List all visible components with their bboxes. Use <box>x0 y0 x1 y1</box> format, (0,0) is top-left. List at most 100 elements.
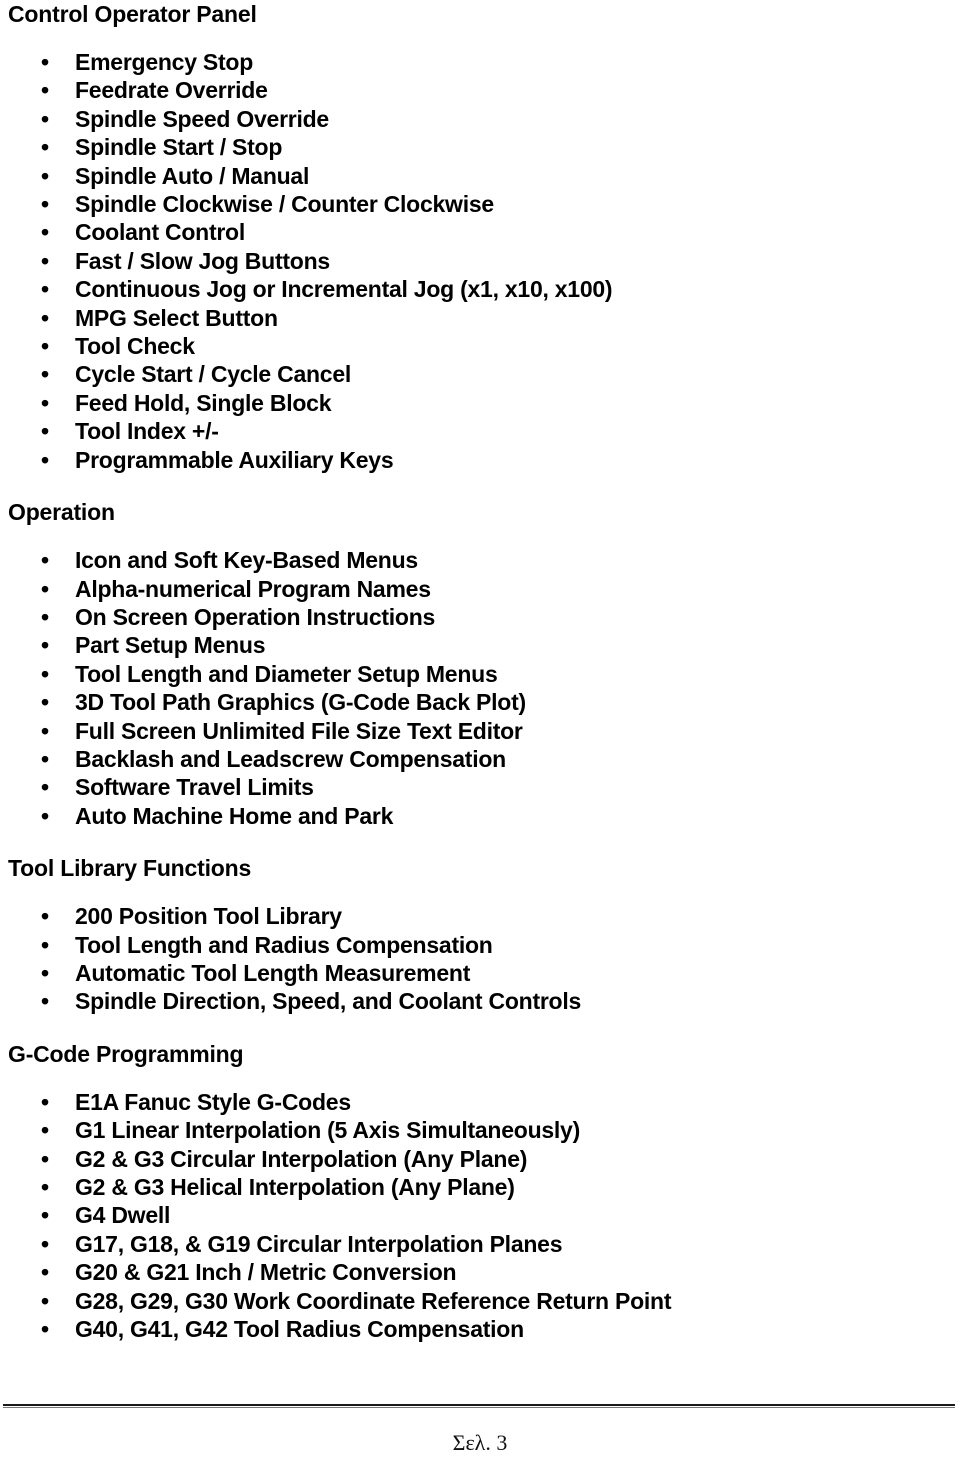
document-content: Control Operator Panel • Emergency Stop • F… <box>0 0 960 1343</box>
list-item: • Spindle Direction, Speed, and Coolant C… <box>0 987 960 1015</box>
bullet-icon: • <box>41 361 49 388</box>
bullet-icon: • <box>41 717 49 744</box>
list-item-label: Coolant Control <box>75 219 245 246</box>
list-item: • G2 & G3 Circular Interpolation (Any Pla… <box>0 1145 960 1173</box>
list-item: • Alpha-numerical Program Names <box>0 575 960 603</box>
feature-list-tool-library-functions: • 200 Position Tool Library • Tool Length a… <box>0 902 960 1016</box>
list-item: • Backlash and Leadscrew Compensation <box>0 745 960 773</box>
list-item-label: Automatic Tool Length Measurement <box>75 959 471 986</box>
list-item-label: Tool Length and Diameter Setup Menus <box>75 660 498 687</box>
bullet-icon: • <box>41 134 49 161</box>
bullet-icon: • <box>41 1088 49 1115</box>
bullet-icon: • <box>41 802 49 829</box>
bullet-icon: • <box>41 1202 49 1229</box>
list-item-label: Tool Index +/- <box>75 418 219 445</box>
list-item: • Full Screen Unlimited File Size Text Ed… <box>0 717 960 745</box>
list-item: • Tool Check <box>0 332 960 360</box>
list-item-label: Feed Hold, Single Block <box>75 389 332 416</box>
bullet-icon: • <box>41 304 49 331</box>
list-item-label: G2 & G3 Helical Interpolation (Any Plane… <box>75 1174 515 1200</box>
list-item: • G17, G18, & G19 Circular Interpolation … <box>0 1230 960 1258</box>
list-item: • G20 & G21 Inch / Metric Conversion <box>0 1258 960 1286</box>
list-item: • Fast / Slow Jog Buttons <box>0 247 960 275</box>
bullet-icon: • <box>41 689 49 716</box>
list-item-label: Spindle Speed Override <box>75 105 329 132</box>
bullet-icon: • <box>41 1117 49 1144</box>
bullet-icon: • <box>41 389 49 416</box>
list-item: • G1 Linear Interpolation (5 Axis Simulta… <box>0 1116 960 1144</box>
bullet-icon: • <box>41 575 49 602</box>
bullet-icon: • <box>41 219 49 246</box>
list-item-label: Auto Machine Home and Park <box>75 802 394 829</box>
bullet-icon: • <box>41 446 49 473</box>
bullet-icon: • <box>41 547 49 574</box>
feature-list-operation: • Icon and Soft Key-Based Menus • Alpha-num… <box>0 546 960 830</box>
list-item: • Programmable Auxiliary Keys <box>0 446 960 474</box>
bullet-icon: • <box>41 247 49 274</box>
list-item-label: Cycle Start / Cycle Cancel <box>75 361 352 388</box>
list-item: • Spindle Auto / Manual <box>0 162 960 190</box>
footer-page-number: Σελ. 3 <box>452 1430 508 1455</box>
list-item-label: Spindle Auto / Manual <box>75 162 310 189</box>
list-item-label: G1 Linear Interpolation (5 Axis Simultan… <box>75 1117 580 1144</box>
bullet-icon: • <box>41 105 49 132</box>
section-heading-g-code-programming: G-Code Programming <box>8 1040 244 1067</box>
list-item-label: Tool Check <box>75 333 195 360</box>
list-item: • Icon and Soft Key-Based Menus <box>0 546 960 574</box>
list-item-label: Programmable Auxiliary Keys <box>75 446 394 473</box>
list-item: • Spindle Start / Stop <box>0 133 960 161</box>
list-item-label: Continuous Jog or Incremental Jog (x1, x… <box>75 276 613 303</box>
list-item: • 200 Position Tool Library <box>0 902 960 930</box>
list-item: • Cycle Start / Cycle Cancel <box>0 360 960 388</box>
list-item: • E1A Fanuc Style G-Codes <box>0 1088 960 1116</box>
list-item-label: Icon and Soft Key-Based Menus <box>75 547 418 574</box>
list-item-label: Spindle Direction, Speed, and Coolant Co… <box>75 988 582 1015</box>
bullet-icon: • <box>41 1316 49 1343</box>
list-item-label: G4 Dwell <box>75 1202 171 1229</box>
bullet-icon: • <box>41 1230 49 1257</box>
bullet-icon: • <box>41 931 49 958</box>
list-item-label: Spindle Clockwise / Counter Clockwise <box>75 191 494 218</box>
list-item: • Spindle Clockwise / Counter Clockwise <box>0 190 960 218</box>
list-item: • Software Travel Limits <box>0 773 960 801</box>
list-item: • Spindle Speed Override <box>0 105 960 133</box>
list-item: • Continuous Jog or Incremental Jog (x1, … <box>0 275 960 303</box>
list-item-label: G40, G41, G42 Tool Radius Compensation <box>75 1316 524 1343</box>
list-item: • 3D Tool Path Graphics (G-Code Back Plot… <box>0 688 960 716</box>
list-item: • G2 & G3 Helical Interpolation (Any Plan… <box>0 1173 960 1201</box>
list-item-label: Full Screen Unlimited File Size Text Edi… <box>75 717 523 744</box>
list-item-label: Emergency Stop <box>75 49 253 75</box>
bullet-icon: • <box>41 1174 49 1200</box>
bullet-icon: • <box>41 903 49 930</box>
list-item-label: 3D Tool Path Graphics (G-Code Back Plot) <box>75 689 526 716</box>
bullet-icon: • <box>41 1287 49 1314</box>
bullet-icon: • <box>41 660 49 687</box>
list-item: • Tool Length and Radius Compensation <box>0 931 960 959</box>
list-item: • Part Setup Menus <box>0 631 960 659</box>
list-item: • Feedrate Override <box>0 76 960 104</box>
bullet-icon: • <box>41 191 49 218</box>
list-item: • Tool Index +/- <box>0 417 960 445</box>
list-item: • Auto Machine Home and Park <box>0 802 960 830</box>
bullet-icon: • <box>41 959 49 986</box>
feature-list-g-code-programming: • E1A Fanuc Style G-Codes • G1 Linear Inter… <box>0 1088 960 1344</box>
bullet-icon: • <box>41 603 49 630</box>
list-item-label: Part Setup Menus <box>75 632 266 659</box>
list-item-label: Software Travel Limits <box>75 774 314 801</box>
feature-list-control-operator-panel: • Emergency Stop • Feedrate Override • Spindl… <box>0 48 960 474</box>
bullet-icon: • <box>41 745 49 772</box>
list-item: • MPG Select Button <box>0 304 960 332</box>
list-item: • Automatic Tool Length Measurement <box>0 959 960 987</box>
bullet-icon: • <box>41 988 49 1015</box>
list-item: • G28, G29, G30 Work Coordinate Reference… <box>0 1287 960 1315</box>
bullet-icon: • <box>41 1259 49 1286</box>
list-item-label: MPG Select Button <box>75 304 278 331</box>
bullet-icon: • <box>41 77 49 104</box>
page-title: Control Operator Panel <box>8 1 257 27</box>
